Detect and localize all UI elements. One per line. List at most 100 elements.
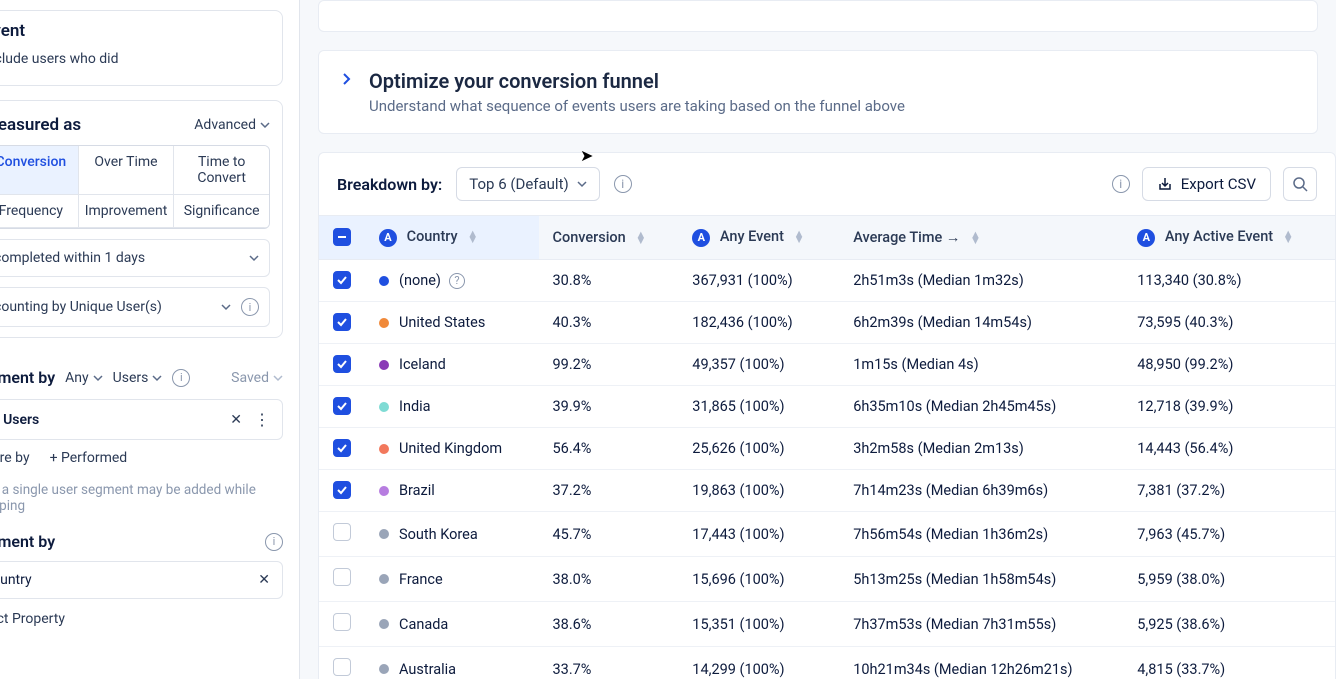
pill-significance[interactable]: Significance xyxy=(174,195,269,228)
select-all-header[interactable] xyxy=(319,216,365,260)
color-dot-icon xyxy=(379,276,389,286)
row-checkbox[interactable] xyxy=(333,271,351,289)
active-event-cell: 48,950 (99.2%) xyxy=(1123,344,1335,386)
info-icon[interactable]: i xyxy=(265,533,283,551)
add-property-button[interactable]: Select Property xyxy=(0,611,283,627)
country-label: South Korea xyxy=(399,526,478,543)
segment-all-users[interactable]: All Users ✕ ⋮ xyxy=(0,399,283,440)
row-checkbox[interactable] xyxy=(333,355,351,373)
active-event-cell: 7,381 (37.2%) xyxy=(1123,470,1335,512)
table-row[interactable]: Iceland99.2%49,357 (100%)1m15s (Median 4… xyxy=(319,344,1335,386)
any-event-cell: 31,865 (100%) xyxy=(678,386,839,428)
color-dot-icon xyxy=(379,360,389,370)
avg-time-cell: 1m15s (Median 4s) xyxy=(839,344,1123,386)
chevron-right-icon[interactable] xyxy=(341,69,351,89)
more-icon[interactable]: ⋮ xyxy=(254,410,270,429)
table-row[interactable]: (none)?30.8%367,931 (100%)2h51m3s (Media… xyxy=(319,260,1335,302)
sort-icon[interactable]: ▲▼ xyxy=(794,231,805,243)
optimize-title: Optimize your conversion funnel xyxy=(369,69,905,93)
col-any-active-event[interactable]: A Any Active Event ▲▼ xyxy=(1123,216,1335,260)
any-event-cell: 17,443 (100%) xyxy=(678,512,839,557)
row-checkbox[interactable] xyxy=(333,313,351,331)
breakdown-select-value: Top 6 (Default) xyxy=(469,175,568,193)
sort-icon[interactable]: ▲▼ xyxy=(970,232,981,244)
select-all-checkbox[interactable] xyxy=(333,228,351,246)
optimize-funnel-card[interactable]: Optimize your conversion funnel Understa… xyxy=(318,50,1318,134)
color-dot-icon xyxy=(379,486,389,496)
avg-time-cell: 6h35m10s (Median 2h45m45s) xyxy=(839,386,1123,428)
col-country[interactable]: A Country ▲▼ xyxy=(365,216,539,260)
segment-any-dropdown[interactable]: Any xyxy=(65,370,103,386)
segment-hint: Only a single user segment may be added … xyxy=(0,476,283,514)
export-icon xyxy=(1157,176,1173,192)
sidebar: Event Include users who did Measured as … xyxy=(0,0,300,679)
row-checkbox[interactable] xyxy=(333,397,351,415)
pill-time-to-convert[interactable]: Time to Convert xyxy=(174,146,269,195)
table-row[interactable]: India39.9%31,865 (100%)6h35m10s (Median … xyxy=(319,386,1335,428)
avg-time-cell: 5h13m25s (Median 1h58m54s) xyxy=(839,557,1123,602)
active-event-cell: 73,595 (40.3%) xyxy=(1123,302,1335,344)
chevron-down-icon xyxy=(260,120,270,130)
avg-time-cell: 3h2m58s (Median 2m13s) xyxy=(839,428,1123,470)
pill-frequency[interactable]: Frequency xyxy=(0,195,79,228)
saved-dropdown[interactable]: Saved xyxy=(231,370,283,386)
chevron-down-icon xyxy=(221,302,231,312)
conversion-cell: 37.2% xyxy=(539,470,679,512)
row-checkbox[interactable] xyxy=(333,568,351,586)
where-by-label[interactable]: where by xyxy=(0,450,30,466)
close-icon[interactable]: ✕ xyxy=(230,412,242,428)
sort-icon[interactable]: ▲▼ xyxy=(635,232,646,244)
breakdown-table: A Country ▲▼ Conversion ▲▼ A Any Event ▲… xyxy=(319,215,1335,679)
breakdown-select[interactable]: Top 6 (Default) xyxy=(456,167,599,201)
segment-users-dropdown[interactable]: Users xyxy=(113,370,163,386)
col-any-event[interactable]: A Any Event ▲▼ xyxy=(678,216,839,260)
export-csv-label: Export CSV xyxy=(1181,175,1256,193)
info-icon[interactable]: i xyxy=(614,175,632,193)
col-conversion[interactable]: Conversion ▲▼ xyxy=(539,216,679,260)
table-row[interactable]: United Kingdom56.4%25,626 (100%)3h2m58s … xyxy=(319,428,1335,470)
any-event-cell: 49,357 (100%) xyxy=(678,344,839,386)
add-performed-button[interactable]: + Performed xyxy=(50,450,128,466)
event-panel: Event Include users who did xyxy=(0,10,283,86)
row-checkbox[interactable] xyxy=(333,658,351,676)
segment-panel: Segment by Any Users i Saved All Users xyxy=(0,352,283,637)
row-checkbox[interactable] xyxy=(333,481,351,499)
conversion-cell: 40.3% xyxy=(539,302,679,344)
export-csv-button[interactable]: Export CSV xyxy=(1142,167,1271,201)
row-checkbox[interactable] xyxy=(333,439,351,457)
color-dot-icon xyxy=(379,318,389,328)
row-checkbox[interactable] xyxy=(333,523,351,541)
col-average-time[interactable]: Average Time → ▲▼ xyxy=(839,216,1123,260)
sort-icon[interactable]: ▲▼ xyxy=(467,231,478,243)
pill-improvement[interactable]: Improvement xyxy=(79,195,175,228)
info-icon[interactable]: i xyxy=(172,369,190,387)
breakdown-table-panel: Breakdown by: Top 6 (Default) i i Export… xyxy=(318,152,1336,679)
advanced-toggle[interactable]: Advanced xyxy=(194,117,270,133)
pill-over-time[interactable]: Over Time xyxy=(79,146,175,195)
table-row[interactable]: Canada38.6%15,351 (100%)7h37m53s (Median… xyxy=(319,602,1335,647)
advanced-label: Advanced xyxy=(194,117,256,133)
pill-conversion[interactable]: Conversion xyxy=(0,146,79,195)
table-row[interactable]: Australia33.7%14,299 (100%)10h21m34s (Me… xyxy=(319,647,1335,679)
search-icon xyxy=(1292,176,1308,192)
completed-within-dropdown[interactable]: completed within 1 days xyxy=(0,239,270,277)
segment-country-pill[interactable]: Country ✕ xyxy=(0,561,283,599)
segment-by-2-heading: Segment by xyxy=(0,532,55,551)
table-row[interactable]: France38.0%15,696 (100%)5h13m25s (Median… xyxy=(319,557,1335,602)
table-row[interactable]: South Korea45.7%17,443 (100%)7h56m54s (M… xyxy=(319,512,1335,557)
table-row[interactable]: United States40.3%182,436 (100%)6h2m39s … xyxy=(319,302,1335,344)
search-button[interactable] xyxy=(1283,167,1317,201)
any-event-cell: 15,696 (100%) xyxy=(678,557,839,602)
table-row[interactable]: Brazil37.2%19,863 (100%)7h14m23s (Median… xyxy=(319,470,1335,512)
chart-placeholder xyxy=(318,0,1318,32)
counting-by-dropdown[interactable]: counting by Unique User(s) i xyxy=(0,287,270,327)
any-event-cell: 15,351 (100%) xyxy=(678,602,839,647)
info-icon[interactable]: i xyxy=(1112,175,1130,193)
info-icon[interactable]: i xyxy=(241,298,259,316)
close-icon[interactable]: ✕ xyxy=(258,572,270,588)
help-icon[interactable]: ? xyxy=(449,273,465,289)
row-checkbox[interactable] xyxy=(333,613,351,631)
conversion-cell: 30.8% xyxy=(539,260,679,302)
amplitude-badge-icon: A xyxy=(1137,229,1155,247)
sort-icon[interactable]: ▲▼ xyxy=(1283,231,1294,243)
